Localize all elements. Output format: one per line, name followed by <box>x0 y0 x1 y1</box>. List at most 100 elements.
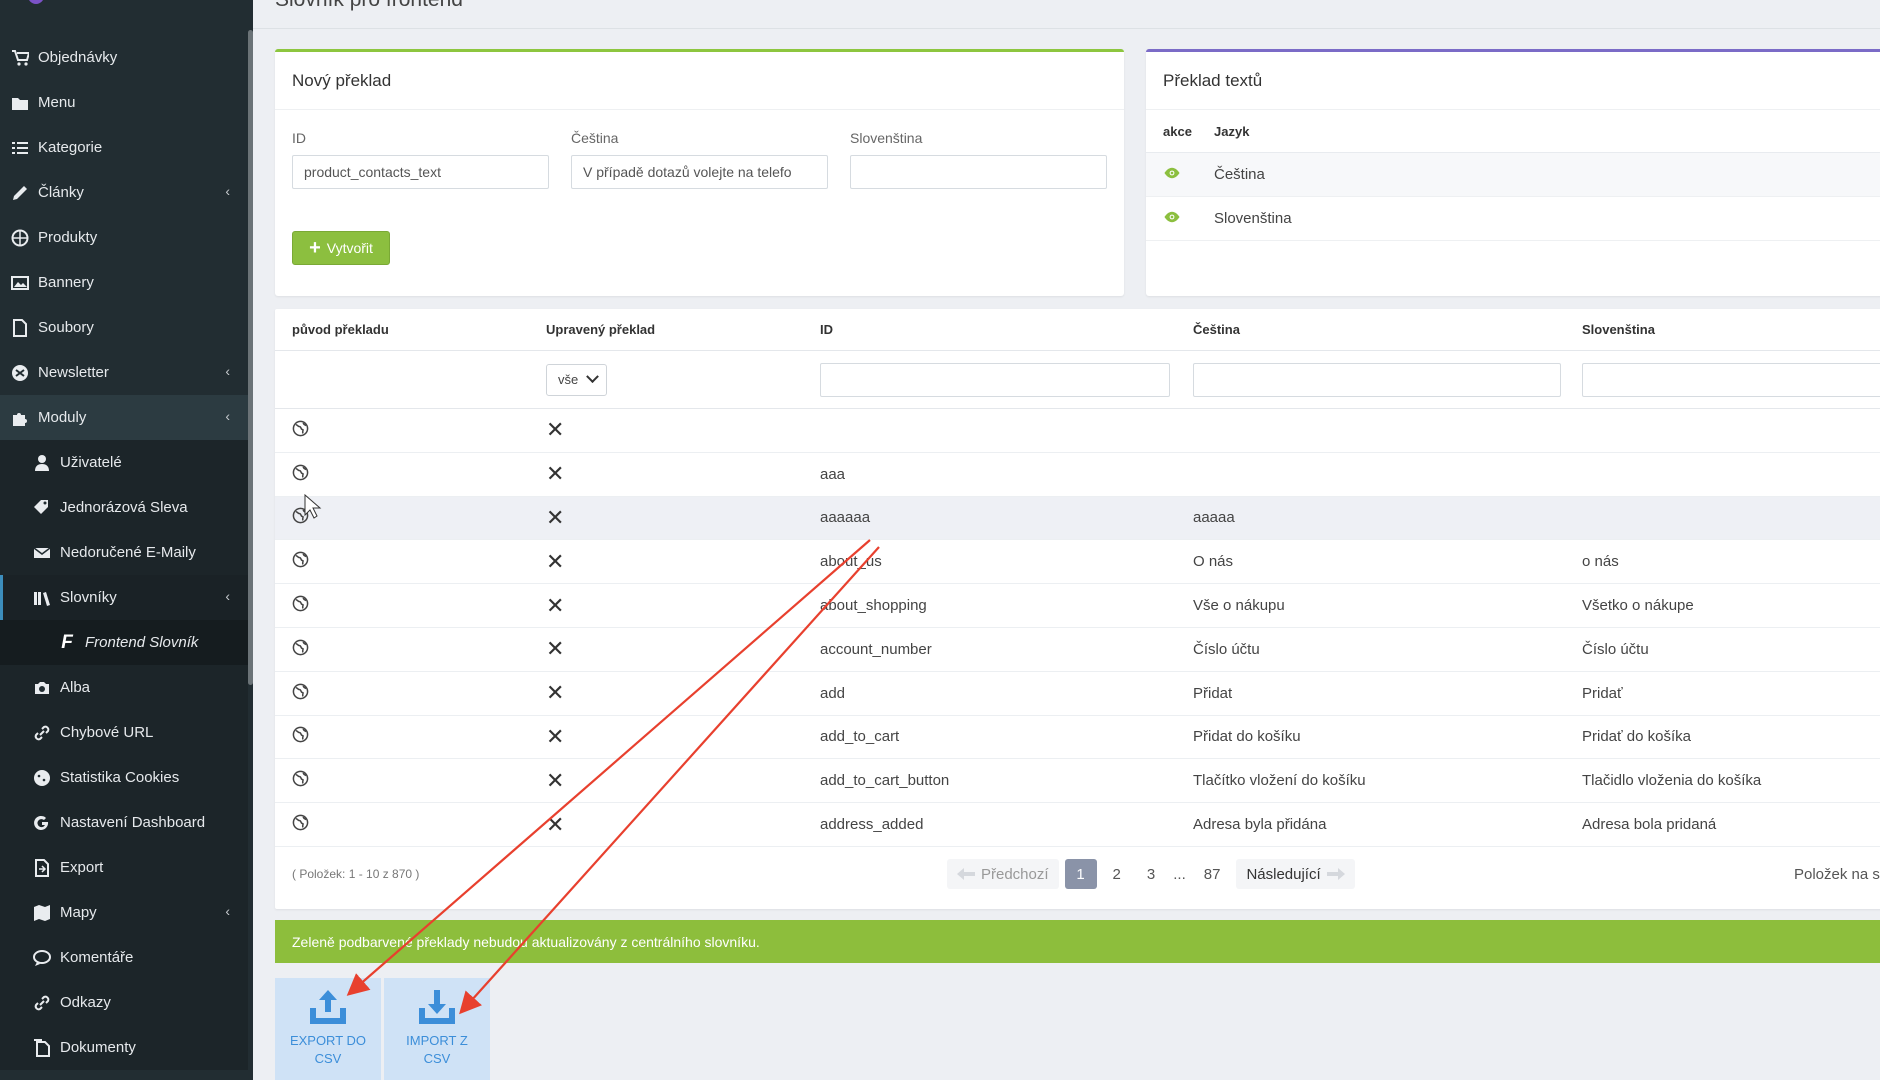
globe-icon <box>292 508 309 528</box>
sidebar-item[interactable]: Moduly ‹ <box>0 395 248 440</box>
logo[interactable] <box>0 0 253 22</box>
sidebar-item[interactable]: Jednorázová Sleva <box>0 485 248 530</box>
sidebar-item-label: Nastavení Dashboard <box>60 814 206 831</box>
page-ellipsis: ... <box>1173 865 1186 883</box>
table-row[interactable]: ✕ aaaaaa aaaaa <box>275 496 1880 541</box>
pagination: Předchozí 1 2 3 ... 87 Následující <box>947 859 1355 889</box>
table-row[interactable]: ✕ add_to_cart_button Tlačítko vložení do k… <box>275 759 1880 804</box>
close-icon[interactable]: ✕ <box>546 549 564 574</box>
id-filter-input[interactable] <box>820 362 1170 397</box>
globe-icon <box>292 814 309 835</box>
edited-filter-select[interactable]: vše <box>546 363 607 396</box>
close-icon[interactable]: ✕ <box>546 505 564 530</box>
sidebar-item[interactable]: Objednávky <box>0 35 248 80</box>
edited-column-header[interactable]: Upravený překlad <box>529 322 803 337</box>
page-3-button[interactable]: 3 <box>1137 859 1165 889</box>
new-translation-title: Nový překlad <box>275 52 1124 110</box>
eye-icon[interactable] <box>1163 210 1181 227</box>
new-translation-form: ID product_contacts_text Čeština V přípa… <box>275 110 1124 189</box>
slovak-column-header[interactable]: Slovenština <box>1565 322 1880 337</box>
import-csv-button[interactable]: IMPORT Z CSV <box>384 978 490 1080</box>
sidebar-item[interactable]: Alba <box>0 665 248 710</box>
close-icon[interactable]: ✕ <box>546 593 564 618</box>
table-body: ✕ ✕ aaa ✕ aaaaaa aaaaa ✕ about_us O nás o nás ✕ abo… <box>275 409 1880 847</box>
table-row[interactable]: ✕ account_number Číslo účtu Číslo účtu <box>275 628 1880 672</box>
close-icon[interactable]: ✕ <box>546 724 564 749</box>
table-row[interactable]: ✕ add_to_cart Přidat do košíku Pridať do ko… <box>275 716 1880 760</box>
table-row[interactable]: ✕ about_us O nás o nás <box>275 540 1880 585</box>
g-icon <box>30 811 54 835</box>
origin-column-header[interactable]: původ překladu <box>275 322 529 337</box>
sidebar-item[interactable]: Export <box>0 845 248 890</box>
sidebar-item-label: Menu <box>38 94 76 111</box>
sidebar-item-label: Export <box>60 859 104 876</box>
create-button[interactable]: + Vytvořit <box>292 231 390 265</box>
sidebar-item[interactable]: Produkty <box>0 215 248 260</box>
previous-page-button[interactable]: Předchozí <box>947 859 1059 889</box>
table-row[interactable]: ✕ <box>275 409 1880 453</box>
sidebar-item[interactable]: Odkazy <box>0 980 248 1025</box>
sidebar-item[interactable]: Komentáře <box>0 935 248 980</box>
envelope-icon <box>30 541 54 565</box>
czech-filter-input[interactable] <box>1193 362 1561 397</box>
row-slovak: o nás <box>1582 553 1619 571</box>
action-column-header: akce <box>1163 123 1192 139</box>
page-2-button[interactable]: 2 <box>1103 859 1131 889</box>
row-czech: Tlačítko vložení do košíku <box>1193 772 1366 790</box>
id-input[interactable]: product_contacts_text <box>292 155 549 189</box>
page-87-button[interactable]: 87 <box>1194 859 1231 889</box>
language-row: Slovenština <box>1146 197 1880 241</box>
sidebar-item[interactable]: Slovníky ‹ <box>0 575 248 620</box>
arrow-right-icon <box>1326 868 1345 880</box>
sidebar-item[interactable]: Menu <box>0 80 248 125</box>
sidebar-item-label: Bannery <box>38 274 94 291</box>
eye-icon[interactable] <box>1163 166 1181 183</box>
sidebar-item[interactable]: Články ‹ <box>0 170 248 215</box>
row-slovak: Pridať do košíka <box>1582 728 1692 746</box>
next-page-button[interactable]: Následující <box>1236 859 1355 889</box>
row-czech: Adresa byla přidána <box>1193 816 1327 834</box>
close-icon[interactable]: ✕ <box>546 680 564 705</box>
page-1-button[interactable]: 1 <box>1064 859 1097 889</box>
sidebar-item[interactable]: F Frontend Slovník <box>0 620 248 665</box>
sidebar-item[interactable]: Bannery <box>0 260 248 305</box>
sidebar-item[interactable]: Dokumenty <box>0 1025 248 1070</box>
globe-icon <box>292 639 309 660</box>
row-id: about_shopping <box>820 597 927 615</box>
sidebar-item[interactable]: Chybové URL <box>0 710 248 755</box>
table-row[interactable]: ✕ address_added Adresa byla přidána Adresa … <box>275 803 1880 847</box>
table-row[interactable]: ✕ aaa <box>275 453 1880 497</box>
sidebar-item[interactable]: Nedoručené E-Maily <box>0 530 248 575</box>
close-icon[interactable]: ✕ <box>546 636 564 661</box>
import-csv-line2: CSV <box>423 1051 451 1066</box>
sidebar-item[interactable]: Mapy ‹ <box>0 890 248 935</box>
czech-input[interactable]: V případě dotazů volejte na telefo <box>571 155 828 189</box>
sidebar-item[interactable]: Soubory <box>0 305 248 350</box>
sidebar-item-label: Komentáře <box>60 949 134 966</box>
id-column-header[interactable]: ID <box>803 322 1176 337</box>
slovak-input[interactable] <box>850 155 1107 189</box>
close-icon[interactable]: ✕ <box>546 417 564 442</box>
close-icon[interactable]: ✕ <box>546 812 564 837</box>
table-row[interactable]: ✕ about_shopping Vše o nákupu Všetko o náku… <box>275 584 1880 628</box>
close-icon[interactable]: ✕ <box>546 768 564 793</box>
sidebar-item[interactable]: Kategorie <box>0 125 248 170</box>
sidebar-item-label: Nedoručené E-Maily <box>60 544 196 561</box>
item-count: ( Položek: 1 - 10 z 870 ) <box>292 867 420 881</box>
row-slovak: Adresa bola pridaná <box>1582 816 1717 834</box>
row-id: add_to_cart <box>820 728 900 746</box>
sidebar-item[interactable]: Uživatelé <box>0 440 248 485</box>
edited-filter-value: vše <box>558 372 579 387</box>
globe-icon <box>292 551 309 572</box>
slovak-filter-input[interactable] <box>1582 362 1880 397</box>
sidebar-item[interactable]: Newsletter ‹ <box>0 350 248 395</box>
sidebar-item[interactable]: Nastavení Dashboard <box>0 800 248 845</box>
sidebar-item-label: Mapy <box>60 904 97 921</box>
czech-column-header[interactable]: Čeština <box>1176 322 1565 337</box>
table-row[interactable]: ✕ add Přidat Pridať <box>275 672 1880 716</box>
sidebar-item[interactable]: Statistika Cookies <box>0 755 248 800</box>
close-icon[interactable]: ✕ <box>546 461 564 486</box>
text-translation-header: akce Jazyk <box>1146 110 1880 153</box>
globe-icon <box>292 595 309 616</box>
export-csv-button[interactable]: EXPORT DO CSV <box>275 978 381 1080</box>
